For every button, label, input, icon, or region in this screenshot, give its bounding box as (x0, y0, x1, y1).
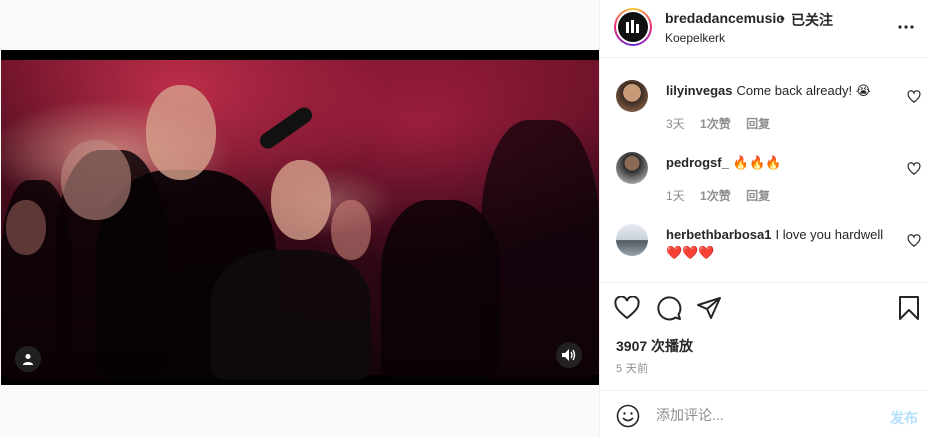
comment-like-icon[interactable] (907, 162, 921, 176)
comment-like-icon[interactable] (907, 90, 921, 104)
user-tag-icon (23, 354, 33, 365)
post-location[interactable]: Koepelkerk (665, 31, 725, 45)
comment-meta: 1天 1次赞 回复 (666, 187, 782, 204)
comment-likes[interactable]: 1次赞 (700, 189, 731, 203)
comment-avatar[interactable] (616, 152, 648, 184)
comment-likes[interactable]: 1次赞 (700, 117, 731, 131)
comment-button[interactable] (655, 294, 683, 322)
more-icon (898, 25, 914, 29)
video-frame (1, 60, 599, 380)
separator-dot: • (780, 10, 785, 26)
comment-icon (657, 296, 682, 321)
comment-like-icon[interactable] (907, 234, 921, 248)
user-tag-button[interactable] (15, 346, 41, 372)
comment-username[interactable]: pedrogsf_ (666, 155, 729, 170)
comment-meta: 3天 1次赞 回复 (666, 115, 782, 132)
save-button[interactable] (895, 294, 923, 322)
post-comment-button[interactable]: 发布 (890, 408, 918, 428)
video-player[interactable] (1, 50, 599, 385)
sound-toggle-button[interactable] (556, 342, 582, 368)
view-count[interactable]: 3907 次播放 (616, 336, 693, 356)
brand-logo-icon (626, 20, 639, 33)
like-button[interactable] (613, 294, 641, 322)
post-panel: bredadancemusic • 已关注 Koepelkerk lilyinv… (599, 0, 928, 437)
more-options-button[interactable] (896, 18, 916, 36)
emoji-icon[interactable] (616, 404, 640, 428)
sound-icon (562, 349, 576, 361)
comment-avatar[interactable] (616, 80, 648, 112)
post-header: bredadancemusic • 已关注 Koepelkerk (600, 0, 928, 58)
share-icon (697, 297, 721, 319)
reply-button[interactable]: 回复 (746, 189, 770, 203)
comment-text: 🔥🔥🔥 (732, 155, 782, 170)
heart-icon (614, 296, 640, 320)
comment-time[interactable]: 3天 (666, 117, 685, 131)
post-username[interactable]: bredadancemusic (665, 10, 784, 26)
comment-text: Come back already! 😭 (736, 83, 871, 98)
reply-button[interactable]: 回复 (746, 117, 770, 131)
share-button[interactable] (695, 294, 723, 322)
save-icon (899, 296, 919, 320)
comment-avatar[interactable] (616, 224, 648, 256)
comment-username[interactable]: lilyinvegas (666, 83, 732, 98)
action-bar (600, 282, 928, 332)
comment-composer: 发布 (600, 390, 928, 437)
comment-time[interactable]: 1天 (666, 189, 685, 203)
comment-input[interactable] (656, 404, 876, 426)
follow-status-button[interactable]: 已关注 (791, 10, 833, 30)
comment-username[interactable]: herbethbarbosa1 (666, 227, 771, 242)
media-column (0, 0, 599, 437)
avatar[interactable] (614, 8, 652, 46)
post-date[interactable]: 5 天前 (616, 360, 648, 376)
